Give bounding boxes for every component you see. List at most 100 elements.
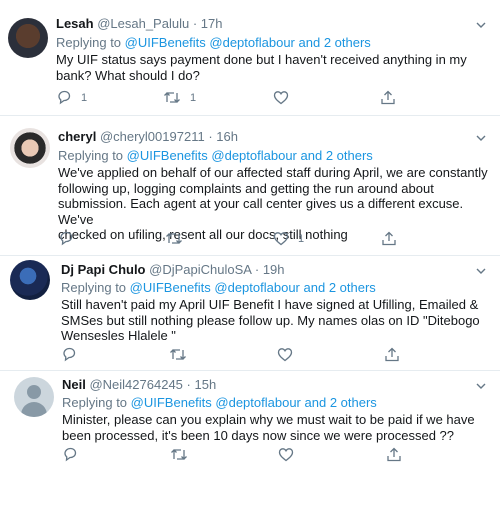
replying-to-others[interactable]: 2 others bbox=[329, 280, 376, 295]
retweet-button[interactable] bbox=[170, 447, 197, 462]
retweet-button[interactable]: 1 bbox=[163, 90, 196, 105]
tweet-text-line: submission. Each agent at your call cent… bbox=[58, 196, 464, 227]
reply-icon bbox=[61, 347, 77, 362]
dot-separator: · bbox=[192, 16, 198, 31]
like-button[interactable]: 1 bbox=[273, 231, 304, 246]
tweet-text-line: Wenseslеs Hlalele " bbox=[61, 328, 176, 343]
tweet-time[interactable]: 15h bbox=[195, 377, 217, 392]
retweet-icon bbox=[169, 347, 187, 362]
avatar-neil[interactable] bbox=[14, 377, 54, 417]
reply-icon bbox=[56, 90, 72, 105]
replying-to-and[interactable]: and bbox=[305, 395, 327, 410]
retweet-icon bbox=[170, 447, 188, 462]
reply-button[interactable] bbox=[61, 347, 86, 362]
heart-icon bbox=[273, 231, 289, 246]
author-name[interactable]: Neil bbox=[62, 377, 86, 392]
replying-to-label: Replying to bbox=[56, 35, 122, 50]
chevron-down-icon[interactable] bbox=[476, 133, 486, 143]
replying-to-others[interactable]: 2 others bbox=[330, 395, 377, 410]
share-icon bbox=[381, 231, 397, 246]
tweet-text-line: Still haven't paid my April UIF Benefit … bbox=[61, 297, 479, 312]
reply-button[interactable] bbox=[62, 447, 87, 462]
replying-to-users[interactable]: @UIFBenefits @deptoflabour bbox=[130, 280, 300, 295]
author-name[interactable]: Dj Papi Chulo bbox=[61, 262, 146, 277]
tweet-time[interactable]: 16h bbox=[216, 129, 238, 144]
replying-to-users[interactable]: @UIFBenefits @deptoflabour bbox=[125, 35, 295, 50]
replying-to-users[interactable]: @UIFBenefits @deptoflabour bbox=[127, 148, 297, 163]
tweet-text: Still haven't paid my April UIF Benefit … bbox=[61, 297, 480, 344]
retweet-icon bbox=[163, 90, 181, 105]
chevron-down-icon[interactable] bbox=[476, 266, 486, 276]
dot-separator: · bbox=[186, 377, 191, 392]
tweet-divider bbox=[0, 255, 500, 256]
share-button[interactable] bbox=[381, 231, 397, 246]
tweet-text-line: been processed, it's been 10 days now si… bbox=[62, 427, 454, 443]
reply-count: 1 bbox=[81, 91, 88, 104]
retweet-button[interactable] bbox=[169, 347, 196, 362]
retweet-count: 1 bbox=[190, 91, 197, 104]
replying-to-others[interactable]: 2 others bbox=[324, 35, 371, 50]
share-icon bbox=[386, 447, 402, 462]
chevron-down-icon[interactable] bbox=[476, 20, 486, 30]
retweet-button[interactable] bbox=[165, 231, 192, 246]
avatar-lesah[interactable] bbox=[8, 18, 48, 58]
replying-to-label: Replying to bbox=[58, 148, 124, 163]
reply-icon bbox=[62, 447, 78, 462]
share-button[interactable] bbox=[384, 347, 400, 362]
author-name[interactable]: cheryl bbox=[58, 129, 96, 144]
tweet-header: Dj Papi Chulo @DjPapiChuloSA · 19h bbox=[61, 262, 285, 277]
share-button[interactable] bbox=[386, 447, 402, 462]
tweet-header: Lesah @Lesah_Palulu · 17h bbox=[56, 16, 222, 31]
tweet-time[interactable]: 19h bbox=[263, 262, 285, 277]
retweet-icon bbox=[165, 231, 183, 246]
replying-to: Replying to @UIFBenefits @deptoflabour a… bbox=[61, 280, 376, 295]
replying-to-and[interactable]: and bbox=[301, 148, 323, 163]
tweet-text-line: My UIF status says payment done but I ha… bbox=[56, 52, 467, 67]
tweet-text-line: We've applied on behalf of our affected … bbox=[58, 165, 488, 180]
default-avatar-head bbox=[27, 385, 41, 399]
replying-to-users[interactable]: @UIFBenefits @deptoflabour bbox=[131, 395, 301, 410]
author-handle[interactable]: @Neil42764245 bbox=[89, 377, 182, 392]
tweet-text-line: Minister, please can you explain why we … bbox=[62, 412, 475, 427]
reply-button[interactable]: 1 bbox=[56, 90, 87, 105]
tweet-header: cheryl @cheryl00197211 · 16h bbox=[58, 129, 238, 144]
replying-to: Replying to @UIFBenefits @deptoflabour a… bbox=[58, 148, 373, 163]
tweet-text: Minister, please can you explain why we … bbox=[62, 412, 475, 443]
reply-button[interactable] bbox=[58, 231, 83, 246]
replying-to: Replying to @UIFBenefits @deptoflabour a… bbox=[56, 35, 371, 50]
share-button[interactable] bbox=[380, 90, 396, 105]
default-avatar-body bbox=[21, 402, 47, 417]
share-icon bbox=[380, 90, 396, 105]
heart-icon bbox=[273, 90, 289, 105]
tweet-text-line: following up, logging complaints and get… bbox=[58, 180, 434, 196]
tweet-text-line: bank? What should I do? bbox=[56, 67, 200, 83]
author-handle[interactable]: @DjPapiChuloSA bbox=[149, 262, 251, 277]
chevron-down-icon[interactable] bbox=[476, 381, 486, 391]
author-handle[interactable]: @Lesah_Palulu bbox=[97, 16, 189, 31]
heart-icon bbox=[278, 447, 294, 462]
tweet-text-line: SMSes but still nothing please follow up… bbox=[61, 312, 480, 328]
like-count: 1 bbox=[298, 232, 305, 245]
like-button[interactable] bbox=[277, 347, 302, 362]
reply-icon bbox=[58, 231, 74, 246]
replying-to-others[interactable]: 2 others bbox=[326, 148, 373, 163]
like-button[interactable] bbox=[278, 447, 303, 462]
tweet-divider bbox=[0, 370, 500, 371]
replying-to-label: Replying to bbox=[61, 280, 127, 295]
tweet-time[interactable]: 17h bbox=[201, 16, 223, 31]
author-name[interactable]: Lesah bbox=[56, 16, 94, 31]
heart-icon bbox=[277, 347, 293, 362]
dot-separator: · bbox=[254, 262, 260, 277]
avatar-djpapichulo[interactable] bbox=[10, 260, 50, 300]
tweet-text: My UIF status says payment done but I ha… bbox=[56, 52, 467, 83]
author-handle[interactable]: @cheryl00197211 bbox=[100, 129, 205, 144]
like-button[interactable] bbox=[273, 90, 298, 105]
replying-to-and[interactable]: and bbox=[299, 35, 321, 50]
replying-to-and[interactable]: and bbox=[304, 280, 326, 295]
replying-to: Replying to @UIFBenefits @deptoflabour a… bbox=[62, 395, 377, 410]
dot-separator: · bbox=[208, 129, 213, 144]
replying-to-label: Replying to bbox=[62, 395, 128, 410]
tweet-divider bbox=[0, 115, 500, 116]
avatar-cheryl[interactable] bbox=[10, 128, 50, 168]
tweet-header: Neil @Neil42764245 · 15h bbox=[62, 377, 216, 392]
